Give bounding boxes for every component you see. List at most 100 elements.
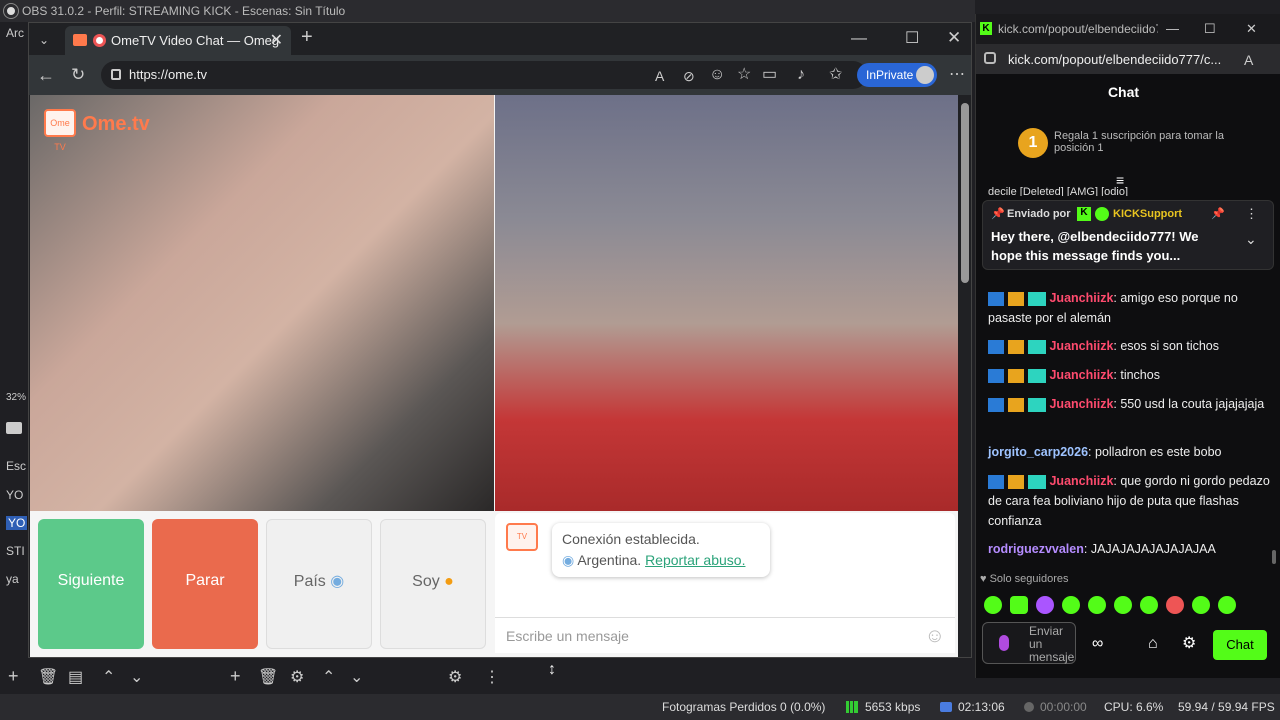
more-vertical-icon[interactable]: ⋮ xyxy=(484,670,500,686)
gear-icon[interactable]: ⚙ xyxy=(290,670,304,686)
translate-icon[interactable]: A xyxy=(655,68,664,84)
trash-icon[interactable]: 🗑 xyxy=(38,670,58,686)
new-tab-icon[interactable]: + xyxy=(301,27,313,47)
pinned-message[interactable]: 📌 Enviado por K KICKSupport 📌 ⋮ Hey ther… xyxy=(982,200,1274,270)
obs-source-item[interactable]: YO xyxy=(6,488,23,502)
store-icon[interactable]: ⌂ xyxy=(1148,636,1158,652)
chat-username[interactable]: Juanchiizk xyxy=(1049,474,1113,488)
argentina-flag-icon: ◉ xyxy=(562,552,575,568)
chat-username[interactable]: Juanchiizk xyxy=(1049,339,1113,353)
obs-source-toolbar: + 🗑 ▤ ⌃ ⌄ + 🗑 ⚙ ⌃ ⌄ ⚙ ⋮ ↕ xyxy=(0,662,975,694)
move-up-icon[interactable]: ⌃ xyxy=(322,670,335,686)
emote-icon[interactable] xyxy=(1010,596,1028,614)
trash-icon[interactable]: 🗑 xyxy=(258,670,278,686)
back-arrow-icon[interactable]: ← xyxy=(37,66,55,84)
emote-icon[interactable] xyxy=(1088,596,1106,614)
partial-message: decile [Deleted] [AMG] [odio] xyxy=(988,186,1129,196)
emote-icon[interactable] xyxy=(984,596,1002,614)
close-window-icon[interactable]: ✕ xyxy=(947,29,961,46)
emoji-icon[interactable]: ☺ xyxy=(709,67,725,83)
chat-username[interactable]: rodriguezvvalen xyxy=(988,542,1084,556)
inprivate-label: InPrivate xyxy=(866,68,914,82)
chat-username[interactable]: Juanchiizk xyxy=(1049,368,1113,382)
inprivate-badge[interactable]: InPrivate xyxy=(857,63,937,87)
filter-lines-icon[interactable]: ≡ xyxy=(1116,172,1124,188)
gears-icon[interactable]: ⚙ xyxy=(448,670,462,686)
browser-tab[interactable]: OmeTV Video Chat — Omeg ✕ xyxy=(65,26,291,55)
read-aloud-icon[interactable]: ♪ xyxy=(797,67,805,83)
chat-scrollbar[interactable] xyxy=(1272,550,1276,564)
add-icon[interactable]: + xyxy=(230,667,241,685)
gift-sub-prompt[interactable]: Regala 1 suscripción para tomar la posic… xyxy=(1054,130,1254,154)
emote-icon[interactable] xyxy=(1192,596,1210,614)
report-abuse-link[interactable]: Reportar abuso. xyxy=(645,552,745,568)
close-tab-icon[interactable]: ✕ xyxy=(270,26,283,55)
obs-zoom-label: 32% xyxy=(6,392,27,403)
stop-button[interactable]: Parar xyxy=(152,519,258,649)
refresh-icon[interactable]: ↻ xyxy=(71,66,85,83)
favorites-icon[interactable]: ✩ xyxy=(829,67,842,83)
more-menu-icon[interactable]: ⋯ xyxy=(949,67,965,83)
microphone-icon[interactable] xyxy=(999,635,1009,651)
camera-icon[interactable] xyxy=(6,422,22,434)
filter-icon[interactable]: ▤ xyxy=(68,670,83,686)
user-badges-icon xyxy=(988,397,1046,412)
scrollbar-thumb[interactable] xyxy=(961,103,969,283)
gender-button[interactable]: Soy ● xyxy=(380,519,486,649)
move-up-icon[interactable]: ⌃ xyxy=(102,670,115,686)
chevron-down-icon[interactable]: ⌄ xyxy=(1245,231,1257,248)
emote-icon[interactable] xyxy=(1166,596,1184,614)
kick-badge-icon: K xyxy=(1077,207,1091,221)
chat-message: Juanchiizk: tinchos xyxy=(988,365,1272,385)
address-bar[interactable]: https://ome.tv xyxy=(101,61,867,89)
close-window-icon[interactable]: ✕ xyxy=(1246,21,1257,37)
kick-address-bar[interactable]: kick.com/popout/elbendeciido777/c... A xyxy=(976,44,1280,74)
chat-username[interactable]: Juanchiizk xyxy=(1049,397,1113,411)
move-down-icon[interactable]: ⌄ xyxy=(130,670,143,686)
obs-menu-label[interactable]: Arc xyxy=(6,26,24,40)
translate-icon[interactable]: A xyxy=(1244,52,1253,68)
kick-favicon-icon: K xyxy=(980,22,992,35)
tab-bar: ⌄ OmeTV Video Chat — Omeg ✕ + — ☐ ✕ xyxy=(29,23,971,55)
chat-username[interactable]: jorgito_carp2026 xyxy=(988,445,1088,459)
emote-icon[interactable] xyxy=(1114,596,1132,614)
emoji-picker-icon[interactable]: ☺ xyxy=(925,618,945,654)
more-vertical-icon[interactable]: ⋮ xyxy=(1245,206,1258,222)
minimize-icon[interactable]: — xyxy=(851,31,867,47)
maximize-icon[interactable]: ☐ xyxy=(1204,21,1216,37)
stream-time: 00:00:00 xyxy=(1040,700,1087,714)
bitrate: 5653 kbps xyxy=(865,700,921,714)
chat-send-button[interactable]: Chat xyxy=(1213,630,1267,660)
obs-left-panel: Arc 32% Esc YO YO STI ya xyxy=(0,22,28,662)
emote-icon[interactable] xyxy=(1062,596,1080,614)
pinned-user[interactable]: KICKSupport xyxy=(1113,208,1182,220)
obs-source-item[interactable]: ya xyxy=(6,572,19,586)
argentina-flag-icon: ◉ xyxy=(330,573,345,590)
ometv-chat-logo-icon: TV xyxy=(506,523,538,551)
recording-icon xyxy=(93,34,106,47)
move-down-icon[interactable]: ⌄ xyxy=(350,670,363,686)
obs-source-item-selected[interactable]: YO xyxy=(6,516,28,530)
ometv-favicon-icon xyxy=(73,34,87,46)
tracking-icon[interactable]: ⊘ xyxy=(683,68,695,84)
country-button[interactable]: País ◉ xyxy=(266,519,372,649)
minimize-icon[interactable]: — xyxy=(1166,21,1179,37)
emote-icon[interactable] xyxy=(1036,596,1054,614)
obs-title-bar: OBS 31.0.2 - Perfil: STREAMING KICK - Es… xyxy=(0,0,975,22)
chat-username[interactable]: Juanchiizk xyxy=(1049,291,1113,305)
maximize-icon[interactable]: ☐ xyxy=(905,31,919,47)
message-input[interactable]: Escribe un mensaje ☺ xyxy=(495,617,955,653)
add-icon[interactable]: + xyxy=(8,667,19,685)
send-message-input[interactable]: Enviar un mensaje xyxy=(982,622,1076,664)
unpin-icon[interactable]: 📌 xyxy=(1211,207,1225,220)
favorite-star-icon[interactable]: ☆ xyxy=(737,67,751,83)
connections-icon[interactable]: ∞ xyxy=(1092,636,1103,652)
emote-icon[interactable] xyxy=(1140,596,1158,614)
emote-icon[interactable] xyxy=(1218,596,1236,614)
chevron-down-icon[interactable]: ⌄ xyxy=(39,32,49,48)
settings-gear-icon[interactable]: ⚙ xyxy=(1182,636,1196,652)
site-info-icon[interactable] xyxy=(984,52,996,64)
obs-source-item[interactable]: STI xyxy=(6,544,25,558)
video-icon[interactable]: ▭ xyxy=(762,67,777,83)
next-button[interactable]: Siguiente xyxy=(38,519,144,649)
